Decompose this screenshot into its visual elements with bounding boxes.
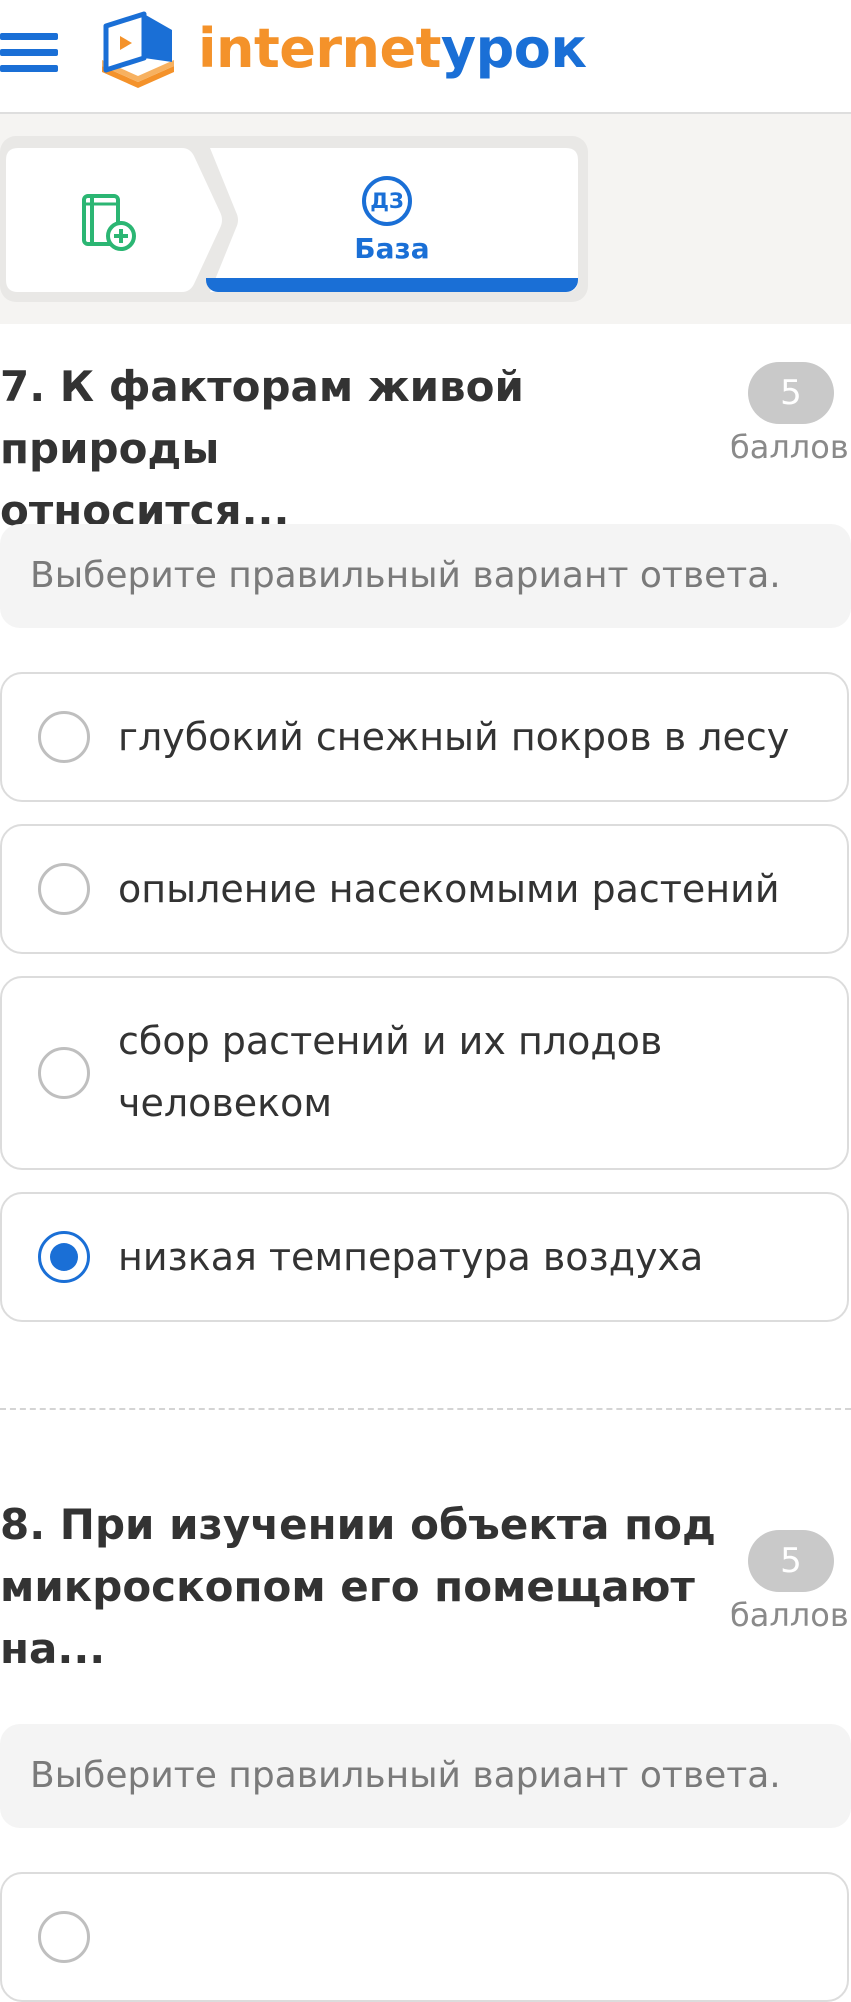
question-8-title: 8. При изучении объекта под микроскопом …	[0, 1494, 720, 1680]
question-7-title: 7. К факторам живой природы относится...	[0, 356, 720, 542]
question-title-line: 7. К факторам живой природы	[0, 362, 524, 473]
logo-urok: урок	[440, 17, 587, 80]
option-label-line: сбор растений и их плодов	[118, 1019, 663, 1063]
radio-button[interactable]	[38, 711, 90, 763]
points-label: баллов	[730, 428, 849, 466]
points-label: баллов	[730, 1596, 849, 1634]
site-logo-text[interactable]: internetурок	[198, 14, 587, 84]
option-label: низкая температура воздуха	[118, 1235, 704, 1279]
answer-option[interactable]	[0, 1872, 849, 2002]
question-title-line: микроскопом его помещают	[0, 1562, 695, 1611]
option-label: сбор растений и их плодов человеком	[118, 1010, 818, 1134]
radio-button[interactable]	[38, 1047, 90, 1099]
option-label-line: человеком	[118, 1081, 333, 1125]
active-tab-indicator	[206, 278, 578, 292]
option-label: глубокий снежный покров в лесу	[118, 715, 790, 759]
option-label: опыление насекомыми растений	[118, 867, 780, 911]
points-badge: 5	[748, 1530, 834, 1592]
app-header: internetурок	[0, 0, 851, 114]
steps-frame: ДЗ База	[0, 136, 588, 302]
points-badge: 5	[748, 362, 834, 424]
radio-button-checked[interactable]	[38, 1231, 90, 1283]
question-title-line: на...	[0, 1624, 106, 1673]
answer-instruction: Выберите правильный вариант ответа.	[0, 1724, 851, 1828]
radio-button[interactable]	[38, 863, 90, 915]
answer-option[interactable]: опыление насекомыми растений	[0, 824, 849, 954]
answer-option[interactable]: глубокий снежный покров в лесу	[0, 672, 849, 802]
question-divider	[0, 1408, 851, 1410]
green-book-plus-icon	[82, 194, 136, 251]
hamburger-menu-icon[interactable]	[0, 33, 58, 73]
question-title-line: 8. При изучении объекта под	[0, 1500, 716, 1549]
instruction-text: Выберите правильный вариант ответа.	[30, 555, 781, 596]
step-tab-new-material[interactable]	[6, 148, 226, 292]
answer-option[interactable]: сбор растений и их плодов человеком	[0, 976, 849, 1170]
homework-badge-icon: ДЗ	[362, 176, 412, 226]
book-laptop-logo-icon	[102, 11, 174, 88]
step-tab-label: База	[354, 232, 430, 265]
answer-option-selected[interactable]: низкая температура воздуха	[0, 1192, 849, 1322]
lesson-steps-bar: ДЗ База	[0, 114, 851, 324]
logo-internet: internet	[198, 17, 441, 80]
step-tab-homework-base[interactable]: ДЗ База	[206, 148, 578, 292]
answer-instruction: Выберите правильный вариант ответа.	[0, 524, 851, 628]
radio-button[interactable]	[38, 1911, 90, 1963]
instruction-text: Выберите правильный вариант ответа.	[30, 1755, 781, 1796]
